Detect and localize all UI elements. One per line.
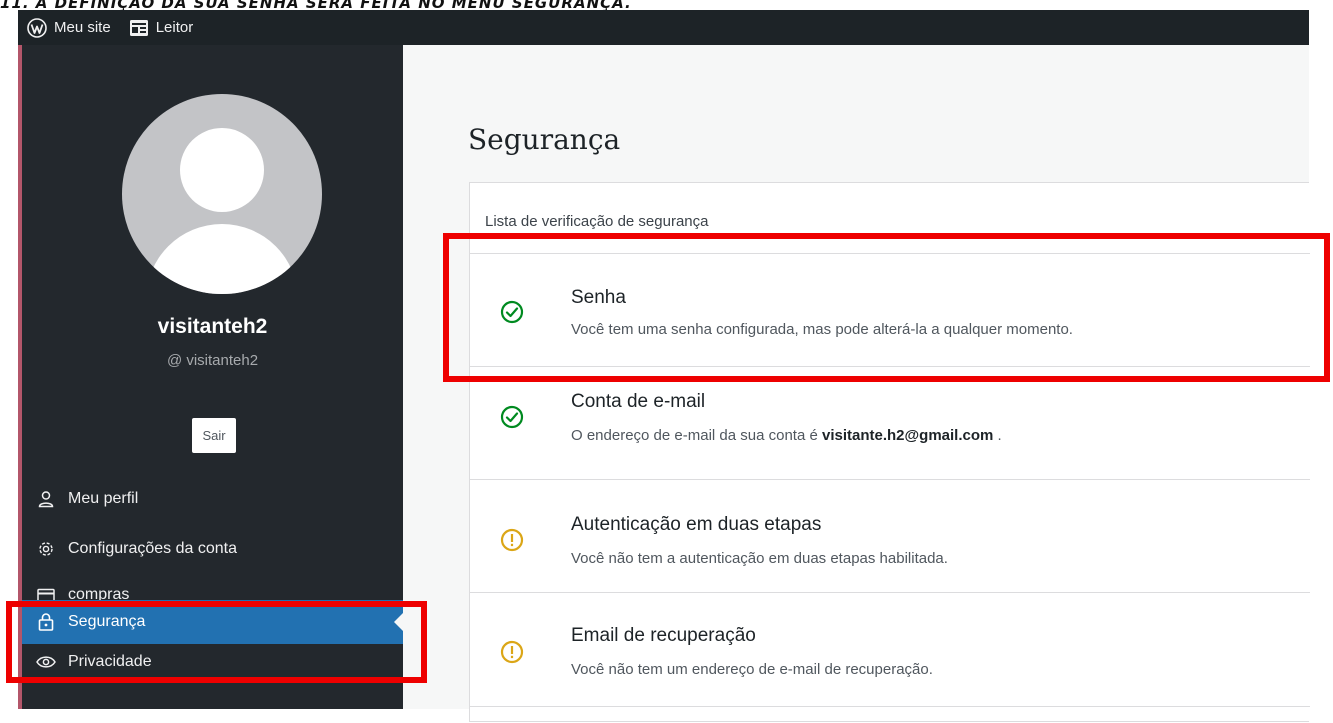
eye-icon (36, 652, 56, 672)
row-divider (470, 706, 1310, 707)
checklist-item-title: Email de recuperação (571, 625, 756, 646)
check-circle-icon (500, 405, 524, 429)
profile-sidebar: visitanteh2 @ visitanteh2 Sair Meu perfi… (18, 45, 403, 709)
checklist-item-title: Senha (571, 287, 626, 308)
checklist-heading: Lista de verificação de segurança (485, 213, 709, 230)
card-icon (36, 586, 56, 600)
my-site-label: Meu site (54, 19, 111, 36)
lock-icon (36, 612, 56, 632)
sidebar-item-label: compras (68, 586, 130, 600)
checklist-item-description: O endereço de e-mail da sua conta é visi… (571, 427, 1002, 444)
reader-label: Leitor (155, 19, 194, 36)
checklist-item-description: Você não tem a autenticação em duas etap… (571, 550, 948, 567)
checklist-item-title: Autenticação em duas etapas (571, 514, 822, 535)
gear-icon (36, 539, 56, 559)
sidebar-item-account-settings[interactable]: Configurações da conta (22, 527, 403, 571)
admin-bar: Meu site Leitor (18, 10, 1309, 45)
checklist-item-recovery-email[interactable]: Email de recuperação Você não tem um end… (470, 592, 1310, 723)
sidebar-item-purchases[interactable]: compras (22, 576, 403, 600)
avatar[interactable] (122, 94, 322, 294)
sidebar-item-label: Configurações da conta (68, 540, 237, 557)
username-handle: @ visitanteh2 (166, 352, 259, 369)
checklist-item-description: Você não tem um endereço de e-mail de re… (571, 661, 933, 678)
sidebar-item-label: Meu perfil (68, 490, 139, 507)
security-checklist-card: Lista de verificação de segurança Senha … (469, 182, 1310, 723)
sidebar-item-security[interactable]: Segurança (22, 600, 403, 644)
checklist-item-email-account[interactable]: Conta de e-mail O endereço de e-mail da … (470, 366, 1310, 479)
warning-circle-icon (500, 640, 524, 664)
check-circle-icon (500, 300, 524, 324)
reader-icon (129, 19, 149, 37)
logout-button[interactable]: Sair (192, 418, 236, 453)
my-site-link[interactable]: Meu site (18, 10, 120, 45)
sidebar-item-privacy[interactable]: Privacidade (22, 646, 403, 678)
wordpress-logo-icon (27, 17, 47, 38)
checklist-item-two-step-auth[interactable]: Autenticação em duas etapas Você não tem… (470, 479, 1310, 592)
sidebar-item-label: Privacidade (68, 653, 152, 670)
warning-circle-icon (500, 528, 524, 552)
checklist-item-password[interactable]: Senha Você tem uma senha configurada, ma… (470, 253, 1310, 366)
checklist-item-description: Você tem uma senha configurada, mas pode… (571, 321, 1073, 338)
sidebar-item-label: Segurança (68, 613, 146, 630)
account-email: visitante.h2@gmail.com (822, 427, 994, 444)
user-icon (36, 489, 56, 509)
active-indicator-arrow (394, 613, 403, 631)
display-name: visitanteh2 (157, 315, 268, 338)
sidebar-item-my-profile[interactable]: Meu perfil (22, 477, 403, 521)
main-content: Segurança Lista de verificação de segura… (403, 45, 1310, 722)
instruction-caption: 11. A DEFINIÇÃO DA SUA SENHA SERÁ FEITA … (0, 0, 632, 10)
checklist-item-title: Conta de e-mail (571, 391, 706, 412)
reader-link[interactable]: Leitor (120, 10, 203, 45)
page-title: Segurança (468, 123, 621, 156)
